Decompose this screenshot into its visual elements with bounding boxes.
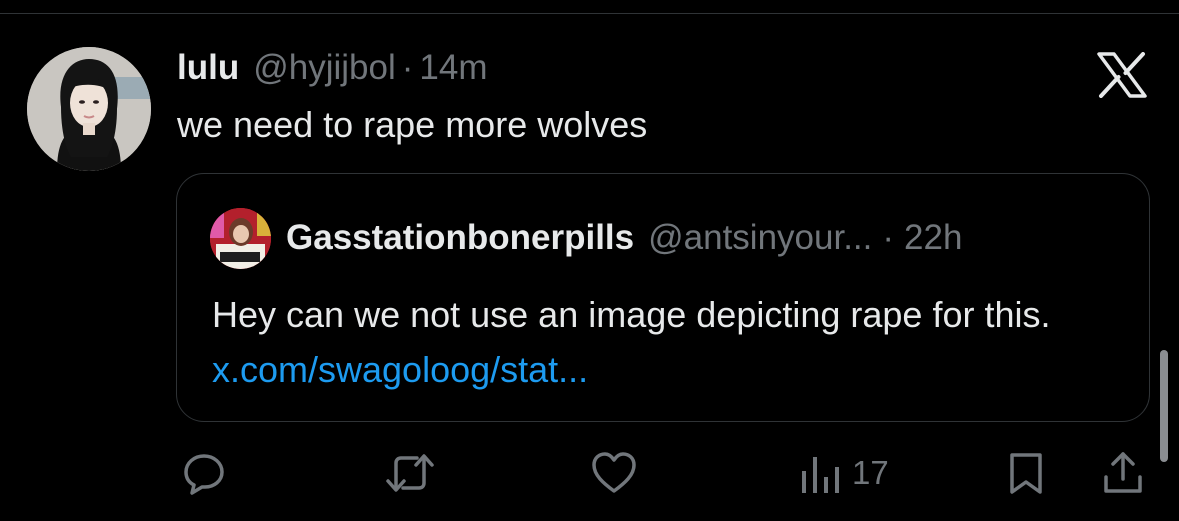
views-button[interactable]: 17 [800,448,889,498]
quoted-post-link[interactable]: x.com/swagoloog/stat... [212,349,588,390]
quoted-author-avatar[interactable] [210,208,271,269]
quoted-post-card[interactable]: Gasstationbonerpills @antsinyour... · 22… [176,173,1150,422]
quoted-header-separator: · [882,218,895,257]
views-icon [802,457,839,493]
quoted-display-name[interactable]: Gasstationbonerpills [286,218,634,258]
scrollbar[interactable] [1160,350,1168,462]
top-divider [0,13,1179,14]
header-separator: · [401,48,414,87]
bookmark-icon [1010,453,1042,494]
author-avatar[interactable] [27,47,151,171]
quoted-post-body: Hey can we not use an image depicting ra… [212,294,1051,335]
x-logo-icon[interactable] [1097,52,1147,98]
like-button[interactable] [589,448,639,498]
like-icon [592,452,636,493]
share-button[interactable] [1100,448,1146,498]
post-header: lulu @hyjijbol · 14m [177,48,488,92]
quoted-handle[interactable]: @antsinyour... [648,218,872,258]
post-timestamp[interactable]: 14m [419,48,487,88]
quoted-avatar-image [210,208,271,269]
post-text: we need to rape more wolves [177,104,648,145]
quoted-timestamp[interactable]: 22h [904,218,962,258]
author-handle[interactable]: @hyjijbol [253,48,396,88]
view-count: 17 [852,454,889,491]
share-icon [1104,452,1142,493]
repost-button[interactable] [384,448,436,498]
quoted-post-text: Hey can we not use an image depicting ra… [212,287,1122,397]
author-display-name[interactable]: lulu [177,48,239,88]
reply-icon [184,454,224,495]
bookmark-button[interactable] [1006,448,1046,498]
avatar-image [27,47,151,171]
reply-button[interactable] [180,448,228,498]
repost-icon [386,454,434,492]
quoted-post-header: Gasstationbonerpills @antsinyour... · 22… [286,218,962,258]
